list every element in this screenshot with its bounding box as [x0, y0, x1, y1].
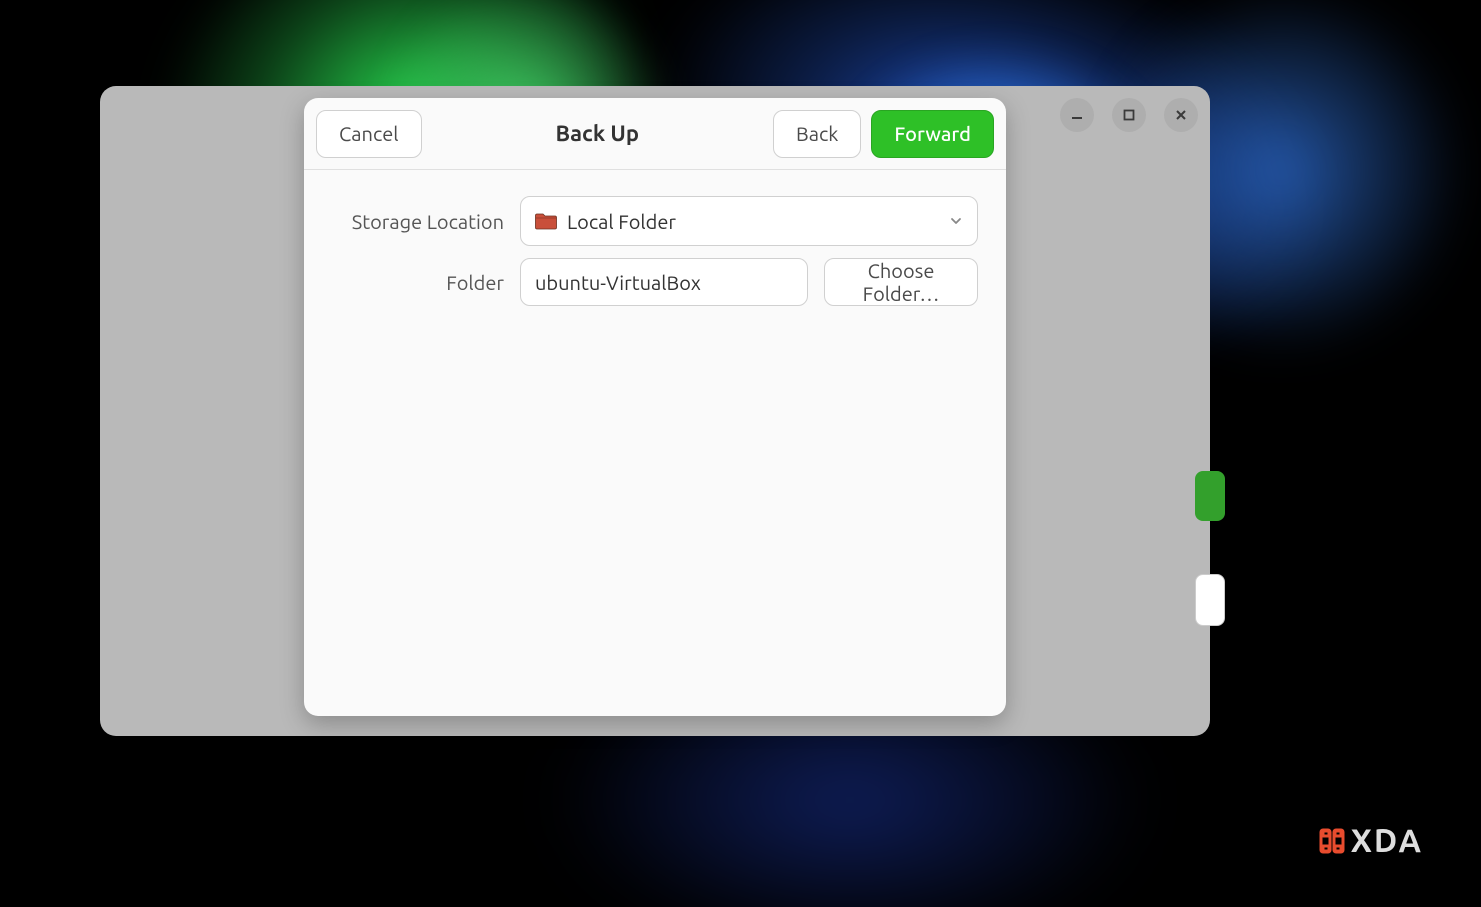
back-button[interactable]: Back [773, 110, 861, 158]
maximize-button[interactable] [1112, 98, 1146, 132]
forward-button[interactable]: Forward [871, 110, 994, 158]
close-button[interactable] [1164, 98, 1198, 132]
xda-watermark: XDA [1317, 823, 1423, 859]
dialog-header: Cancel Back Up Back Forward [304, 98, 1006, 170]
chevron-down-icon [949, 214, 963, 228]
folder-icon [535, 212, 557, 230]
folder-label: Folder [332, 271, 504, 294]
close-icon [1174, 108, 1188, 122]
dialog-title: Back Up [432, 121, 764, 146]
xda-watermark-text: XDA [1351, 823, 1423, 859]
obscured-primary-button [1195, 471, 1225, 521]
cancel-button[interactable]: Cancel [316, 110, 422, 158]
obscured-secondary-button [1195, 574, 1225, 626]
dialog-body: Storage Location Local Folder Folder Cho… [304, 170, 1006, 332]
minimize-icon [1070, 108, 1084, 122]
xda-logo-icon [1317, 826, 1347, 856]
storage-location-label: Storage Location [332, 210, 504, 233]
folder-row: Folder Choose Folder… [332, 258, 978, 306]
minimize-button[interactable] [1060, 98, 1094, 132]
folder-input[interactable] [520, 258, 808, 306]
maximize-icon [1122, 108, 1136, 122]
storage-location-dropdown[interactable]: Local Folder [520, 196, 978, 246]
choose-folder-button[interactable]: Choose Folder… [824, 258, 978, 306]
storage-location-value: Local Folder [567, 210, 939, 233]
storage-location-row: Storage Location Local Folder [332, 196, 978, 246]
backup-dialog: Cancel Back Up Back Forward Storage Loca… [304, 98, 1006, 716]
